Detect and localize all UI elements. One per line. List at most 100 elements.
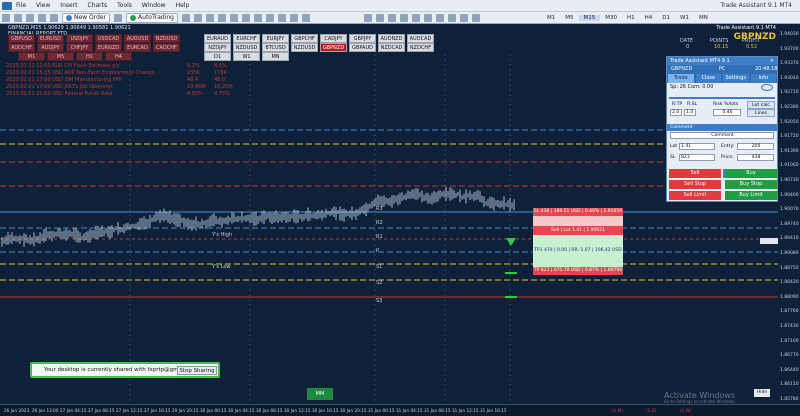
menu-file[interactable]: File <box>16 2 26 9</box>
sl-input[interactable]: 823 <box>679 154 715 161</box>
pair-button-chfjpy[interactable]: CHFJPY <box>66 43 93 52</box>
rsl-input[interactable]: 1.0 <box>684 109 696 116</box>
pair-button-nzdusd[interactable]: NZDUSD <box>153 34 180 43</box>
tp1-line[interactable]: TP1 479 | 0.00 | RR: 1.07 | 106.42 USD <box>533 248 623 253</box>
horizontal-line-icon[interactable] <box>400 13 408 22</box>
pair-button-eurcad[interactable]: EURCAD <box>124 43 151 52</box>
hide-button[interactable]: Hide <box>754 389 770 397</box>
timeframe-m30[interactable]: M30 <box>600 15 622 21</box>
candle-chart-icon[interactable] <box>194 13 202 22</box>
entry-line[interactable]: Sell | Lot 1.41 | 1.90621 <box>533 226 623 235</box>
pair-button-eurnzd[interactable]: EURNZD <box>95 43 122 52</box>
ta-title-bar[interactable]: Trade Assistant MT4 9.1 ✕ <box>667 57 777 65</box>
timeframe-w1[interactable]: W1 <box>675 15 694 21</box>
timeframe-h1[interactable]: H1 <box>622 15 640 21</box>
price-input[interactable]: 438 <box>737 154 774 161</box>
pair-button-gbpchf[interactable]: GBPCHF <box>291 34 318 43</box>
close-icon[interactable]: ✕ <box>770 57 774 65</box>
pair-button-euraud[interactable]: EURAUD <box>204 34 231 43</box>
auto-scroll-icon[interactable] <box>254 13 262 22</box>
zoom-in-icon[interactable] <box>218 13 226 22</box>
pair-button-audchf[interactable]: AUDCHF <box>8 43 35 52</box>
templates-icon[interactable] <box>302 13 310 22</box>
pair-button-gbpnzd[interactable]: GBPNZD <box>320 43 347 52</box>
stop-loss-line[interactable]: SL 438 | 389.51 USD | 0.40% | 1.91059 <box>533 208 623 216</box>
tf-button-h4[interactable]: H4 <box>105 52 132 61</box>
profiles-icon[interactable] <box>14 13 22 22</box>
pair-button-cadjpy[interactable]: CADJPY <box>320 34 347 43</box>
lines-button[interactable]: Lines <box>747 109 775 117</box>
bar-chart-icon[interactable] <box>182 13 190 22</box>
menu-window[interactable]: Window <box>142 2 166 9</box>
lot-input[interactable]: 1.41 <box>679 143 715 150</box>
timeframe-h4[interactable]: H4 <box>640 15 658 21</box>
trade-levels-box[interactable]: SL 438 | 389.51 USD | 0.40% | 1.91059 Se… <box>533 208 623 276</box>
zoom-out-icon[interactable] <box>230 13 238 22</box>
terminal-icon[interactable] <box>50 13 58 22</box>
sell-limit-button[interactable]: Sell Limit <box>669 191 721 200</box>
buy-stop-button[interactable]: Buy Stop <box>725 180 777 189</box>
timeframe-mn[interactable]: MN <box>694 15 713 21</box>
timeframe-d1[interactable]: D1 <box>657 15 675 21</box>
buy-button[interactable]: Buy <box>725 169 777 178</box>
tf-button-h1[interactable]: H1 <box>76 52 103 61</box>
tf-button-d1[interactable]: D1 <box>204 52 231 61</box>
menu-charts[interactable]: Charts <box>88 2 108 9</box>
tf-button-m5[interactable]: M5 <box>47 52 74 61</box>
menu-view[interactable]: View <box>36 2 50 9</box>
pair-button-gbpjpy[interactable]: GBPJPY <box>349 34 376 43</box>
trendline-icon[interactable] <box>412 13 420 22</box>
sell-button[interactable]: Sell <box>669 169 721 178</box>
tab-settings[interactable]: Settings <box>723 74 749 83</box>
tab-trade[interactable]: Trade <box>668 74 694 83</box>
menu-tools[interactable]: Tools <box>117 2 132 9</box>
crosshair-icon[interactable] <box>376 13 384 22</box>
tab-info[interactable]: Info <box>750 74 776 83</box>
pair-button-gbpusd[interactable]: GBPUSD <box>8 34 35 43</box>
tf-button-m1[interactable]: M1 <box>18 52 45 61</box>
sell-stop-button[interactable]: Sell Stop <box>669 180 721 189</box>
pair-button-audnzd[interactable]: AUDNZD <box>378 34 405 43</box>
pair-button-eurusd[interactable]: EURUSD <box>37 34 64 43</box>
pair-button-nzdusd[interactable]: NZDUSD <box>291 43 318 52</box>
periods-icon[interactable] <box>290 13 298 22</box>
menu-help[interactable]: Help <box>176 2 190 9</box>
take-profit-line[interactable]: TP 823 | 675.78 USD | 0.87% | 1.89798 <box>533 267 623 275</box>
rtp-input[interactable]: 2.0 <box>670 109 682 116</box>
tile-windows-icon[interactable] <box>242 13 250 22</box>
cursor-icon[interactable] <box>364 13 372 22</box>
stop-sharing-button[interactable]: Stop Sharing <box>177 366 217 375</box>
line-chart-icon[interactable] <box>206 13 214 22</box>
autotrading-button[interactable]: AutoTrading <box>126 12 178 23</box>
tf-button-w1[interactable]: W1 <box>233 52 260 61</box>
timeframe-m1[interactable]: M1 <box>542 15 560 21</box>
arrows-icon[interactable] <box>472 13 480 22</box>
timeframe-m5[interactable]: M5 <box>560 15 578 21</box>
pair-button-nzdchf[interactable]: NZDCHF <box>407 43 434 52</box>
pair-button-audjpy[interactable]: AUDJPY <box>37 43 64 52</box>
mm-button[interactable]: MM <box>307 388 333 400</box>
menu-insert[interactable]: Insert <box>60 2 77 9</box>
pair-button-usdjpy[interactable]: USDJPY <box>66 34 93 43</box>
comment-input[interactable]: Comment <box>670 132 774 139</box>
pair-button-usdcad[interactable]: USDCAD <box>95 34 122 43</box>
pair-button-cadchf[interactable]: CADCHF <box>153 43 180 52</box>
pair-button-nzdusd[interactable]: NZDUSD <box>233 43 260 52</box>
pair-button-nzdjpy[interactable]: NZDJPY <box>204 43 231 52</box>
eye-icon[interactable] <box>761 84 773 91</box>
entry-input[interactable]: 200 <box>737 143 774 150</box>
new-order-button[interactable]: New Order <box>62 12 111 23</box>
tab-close[interactable]: Close <box>695 74 721 83</box>
pair-button-eurchf[interactable]: EURCHF <box>233 34 260 43</box>
timeframe-m15[interactable]: M15 <box>578 14 601 21</box>
pair-button-audcad[interactable]: AUDCAD <box>407 34 434 43</box>
pair-button-nzdcad[interactable]: NZDCAD <box>378 43 405 52</box>
channel-icon[interactable] <box>424 13 432 22</box>
pair-button-gbpaud[interactable]: GBPAUD <box>349 43 376 52</box>
risk-input[interactable]: 0.40 <box>713 109 741 116</box>
indicators-icon[interactable] <box>278 13 286 22</box>
pair-button-btcusd[interactable]: BTCUSD <box>262 43 289 52</box>
pair-button-audusd[interactable]: AUDUSD <box>124 34 151 43</box>
chart-shift-icon[interactable] <box>266 13 274 22</box>
navigator-icon[interactable] <box>38 13 46 22</box>
